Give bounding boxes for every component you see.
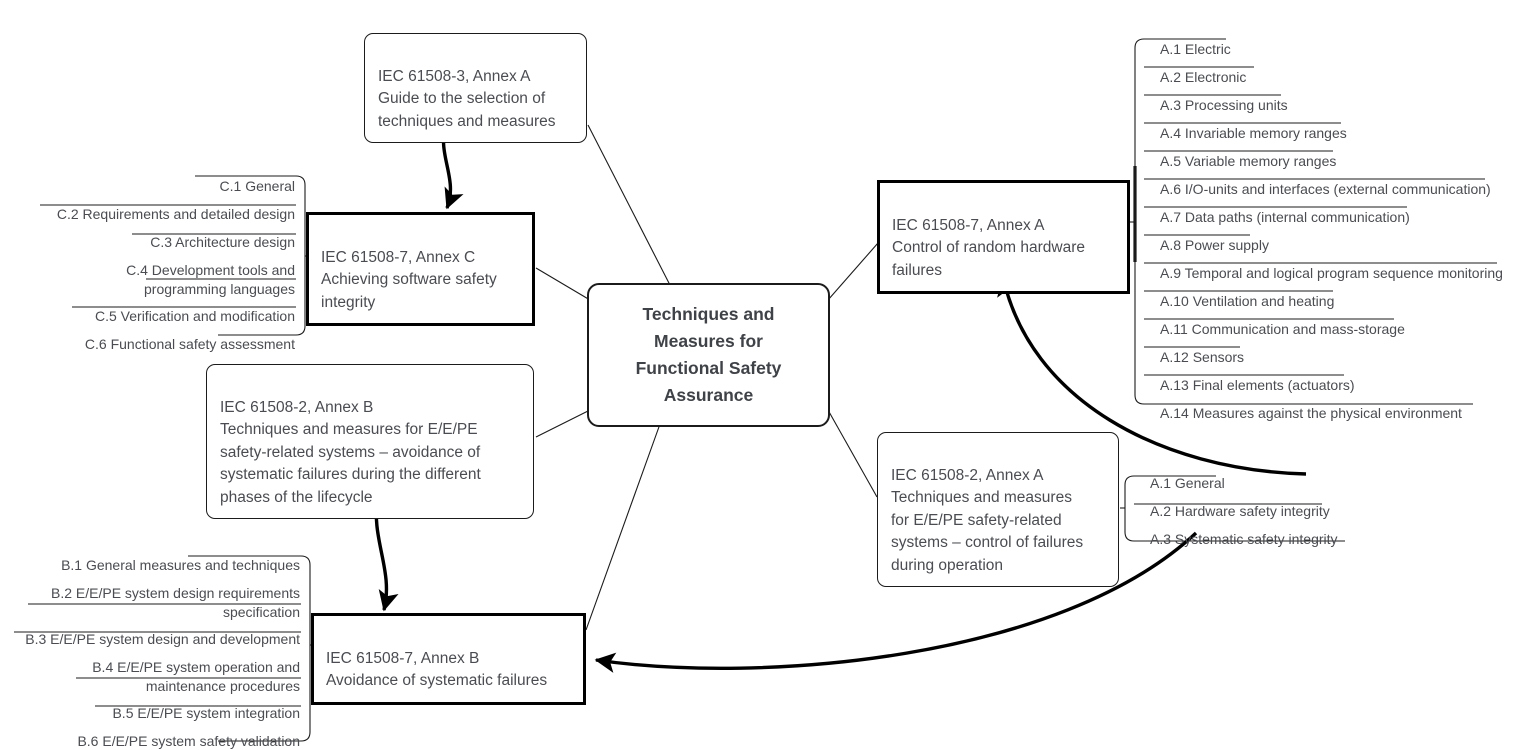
connector-root-to-iec7-annexA	[827, 242, 879, 301]
root-node[interactable]: Techniques and Measures for Functional S…	[587, 283, 830, 427]
leaf-b6-label: B.6 E/E/PE system safety validation	[77, 733, 300, 749]
leaf-a14-hw[interactable]: A.14 Measures against the physical envir…	[1160, 385, 1462, 425]
node-iec61508-2-annex-b[interactable]: IEC 61508-2, Annex B Techniques and meas…	[206, 364, 534, 519]
node-iec61508-3-annex-a[interactable]: IEC 61508-3, Annex A Guide to the select…	[364, 33, 587, 143]
mindmap-canvas: Techniques and Measures for Functional S…	[0, 0, 1520, 750]
node-iec61508-7-annex-c[interactable]: IEC 61508-7, Annex C Achieving software …	[306, 212, 535, 326]
connector-root-to-iec7-annexC	[535, 267, 591, 301]
node-iec61508-2-annex-a-label: IEC 61508-2, Annex A Techniques and meas…	[891, 466, 1084, 574]
leaf-c6-label: C.6 Functional safety assessment	[84, 336, 295, 352]
leaf-a14-hw-label: A.14 Measures against the physical envir…	[1160, 405, 1462, 421]
connector-root-to-iec2-annexA	[827, 409, 878, 498]
leaf-a3-op-label: A.3 Systematic safety integrity	[1150, 531, 1338, 547]
leaf-a3-op[interactable]: A.3 Systematic safety integrity	[1150, 511, 1338, 551]
leaf-c6[interactable]: C.6 Functional safety assessment	[20, 316, 295, 356]
node-iec61508-7-annex-a[interactable]: IEC 61508-7, Annex A Control of random h…	[877, 180, 1130, 294]
node-iec61508-7-annex-b-label: IEC 61508-7, Annex B Avoidance of system…	[326, 649, 548, 690]
node-iec61508-7-annex-a-label: IEC 61508-7, Annex A Control of random h…	[892, 216, 1085, 279]
root-node-label: Techniques and Measures for Functional S…	[635, 304, 782, 405]
node-iec61508-2-annex-a[interactable]: IEC 61508-2, Annex A Techniques and meas…	[877, 432, 1119, 587]
leaf-b6[interactable]: B.6 E/E/PE system safety validation	[10, 713, 300, 750]
node-iec61508-2-annex-b-label: IEC 61508-2, Annex B Techniques and meas…	[220, 398, 481, 506]
connector-root-to-iec7-annexB	[585, 423, 661, 631]
connector-root-to-iec3-annexA	[587, 124, 673, 290]
node-iec61508-3-annex-a-label: IEC 61508-3, Annex A Guide to the select…	[378, 67, 556, 130]
node-iec61508-7-annex-c-label: IEC 61508-7, Annex C Achieving software …	[321, 248, 497, 311]
connector-root-to-iec2-annexB	[535, 409, 591, 438]
node-iec61508-7-annex-b[interactable]: IEC 61508-7, Annex B Avoidance of system…	[311, 613, 586, 705]
